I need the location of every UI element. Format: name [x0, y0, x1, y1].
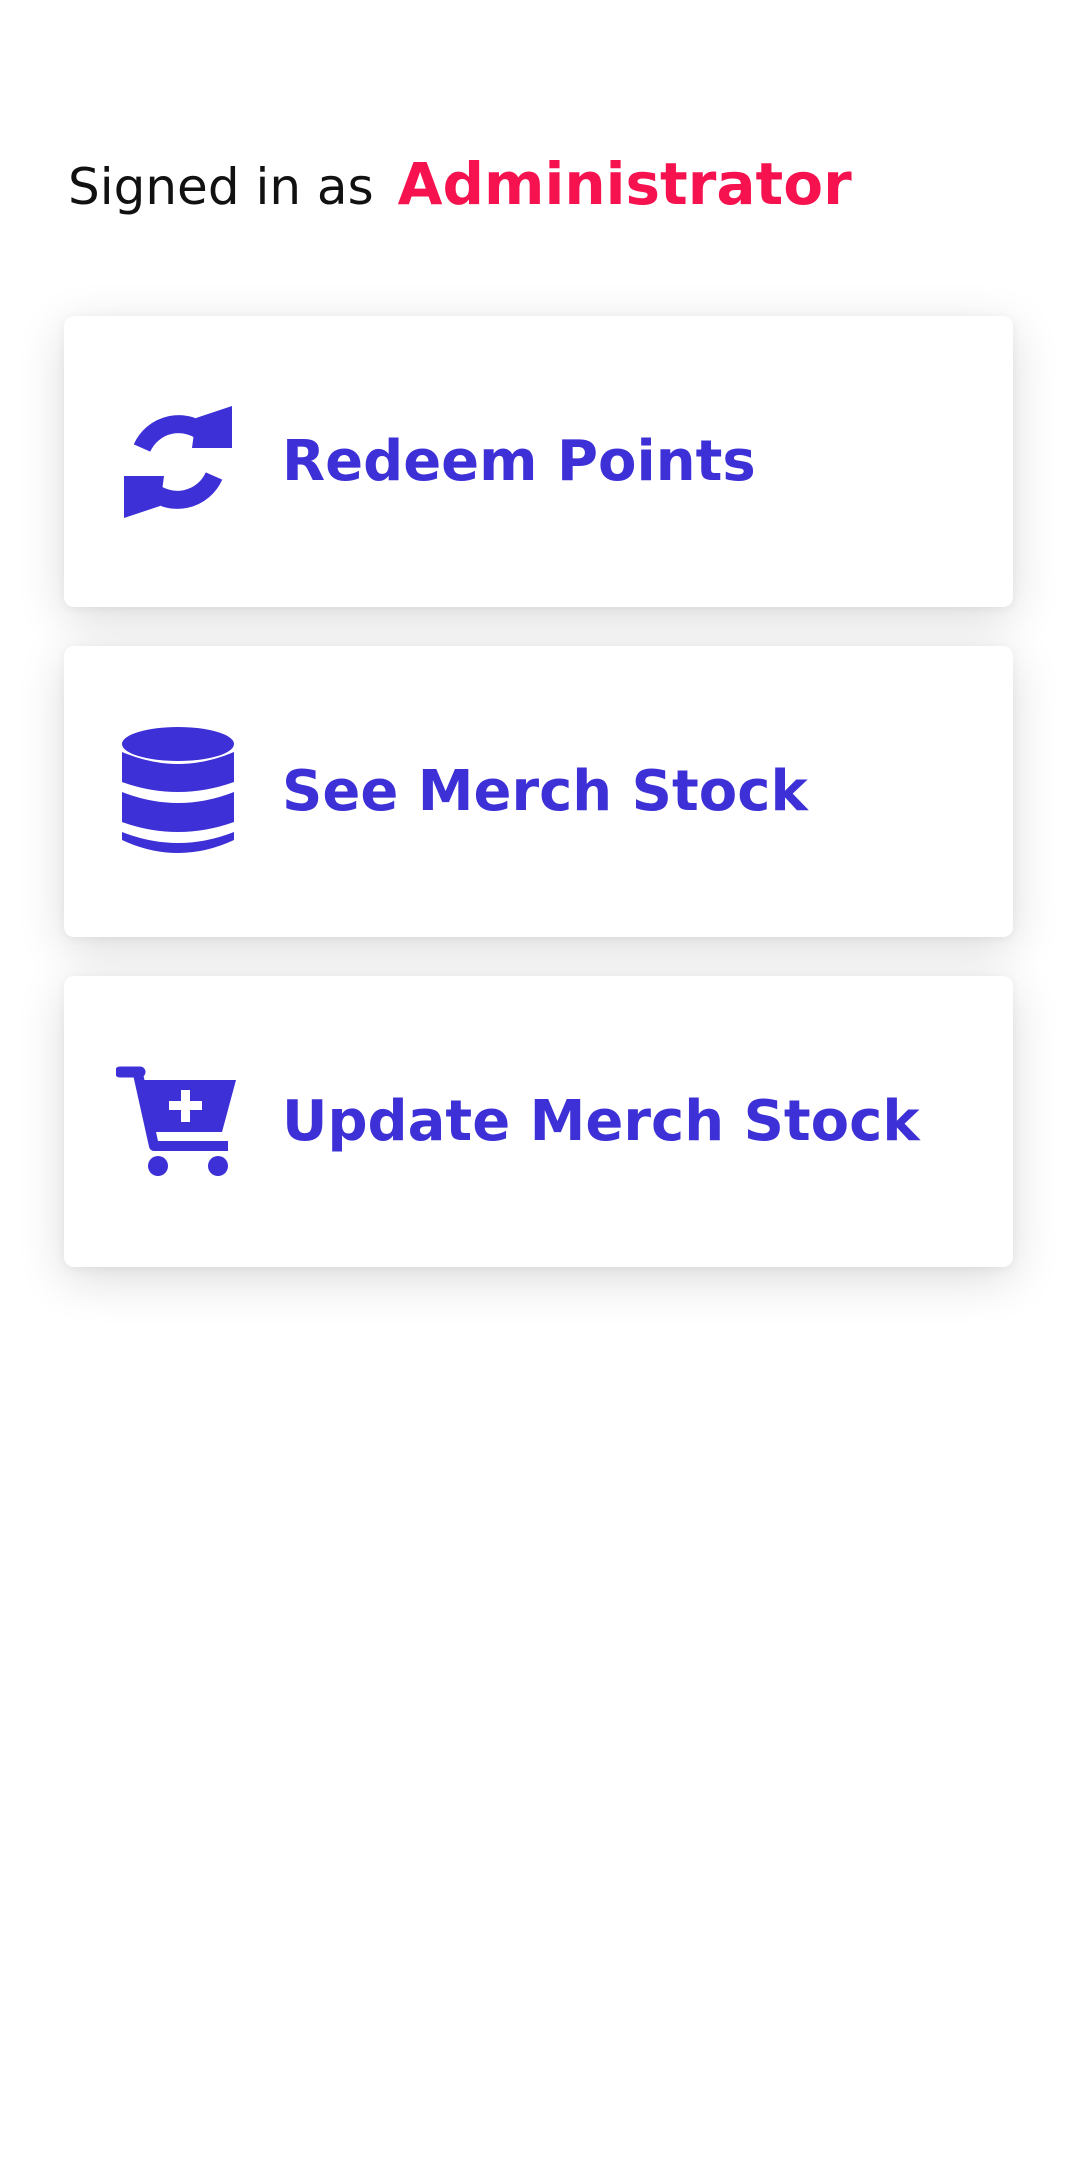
update-merch-stock-button[interactable]: Update Merch Stock	[64, 976, 1013, 1267]
admin-menu: Redeem Points See Merch Stock Update Mer…	[64, 316, 1013, 1306]
redeem-points-button[interactable]: Redeem Points	[64, 316, 1013, 607]
user-role: Administrator	[397, 150, 852, 218]
cart-plus-icon	[108, 1052, 248, 1192]
signed-in-label: Signed in as	[68, 158, 374, 216]
see-merch-stock-button[interactable]: See Merch Stock	[64, 646, 1013, 937]
redeem-points-label: Redeem Points	[282, 429, 756, 494]
sync-icon	[108, 392, 248, 532]
signed-in-header: Signed in as Administrator	[68, 150, 852, 240]
update-merch-stock-label: Update Merch Stock	[282, 1089, 920, 1154]
see-merch-stock-label: See Merch Stock	[282, 759, 808, 824]
database-icon	[108, 722, 248, 862]
